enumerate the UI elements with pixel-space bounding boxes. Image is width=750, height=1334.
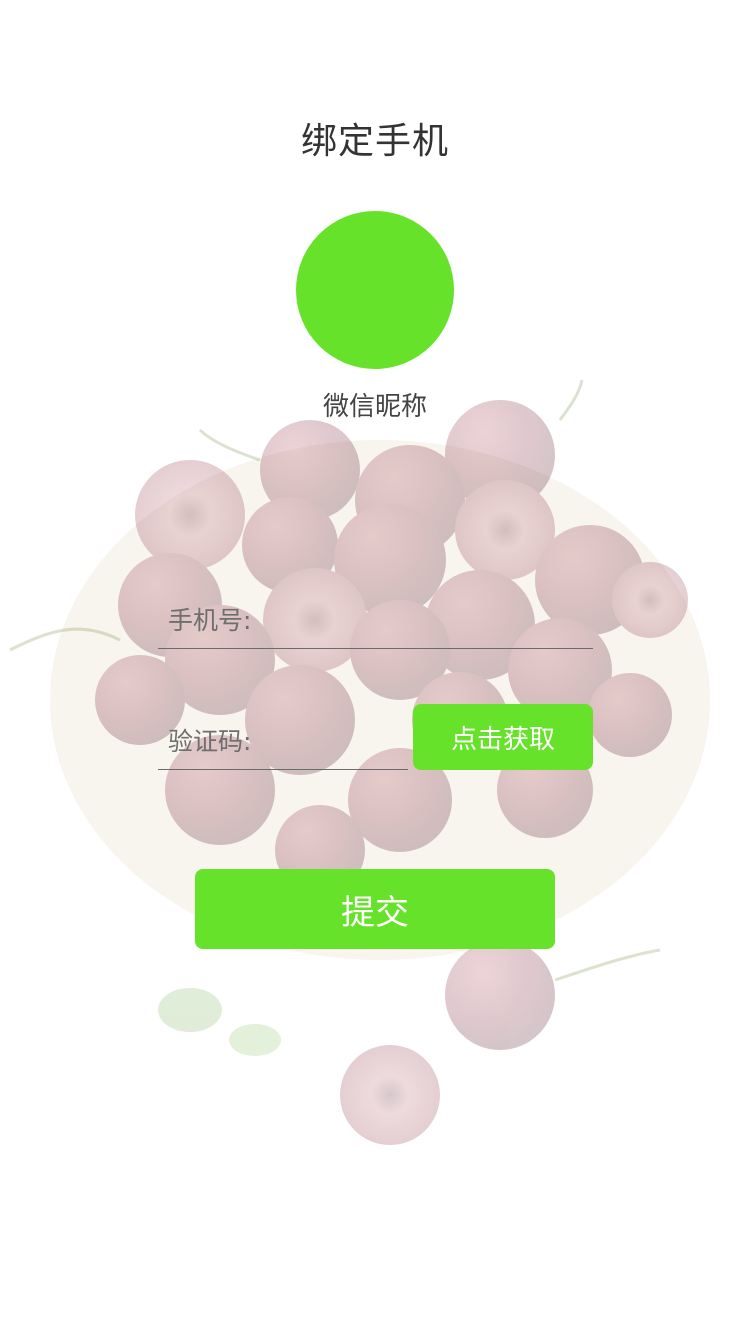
bind-phone-page: 绑定手机 微信昵称 手机号: 验证码: 点击获取 提交 [0, 0, 750, 1334]
submit-button[interactable]: 提交 [195, 869, 555, 949]
wechat-nickname: 微信昵称 [322, 392, 427, 422]
avatar [296, 211, 454, 369]
code-field: 验证码: [158, 710, 408, 770]
code-input[interactable] [251, 710, 408, 769]
phone-label: 手机号: [168, 606, 252, 635]
phone-field: 手机号: [158, 590, 593, 649]
code-label: 验证码: [168, 726, 252, 756]
get-code-button[interactable]: 点击获取 [413, 704, 593, 770]
phone-input[interactable] [251, 590, 593, 648]
page-title: 绑定手机 [300, 121, 449, 162]
